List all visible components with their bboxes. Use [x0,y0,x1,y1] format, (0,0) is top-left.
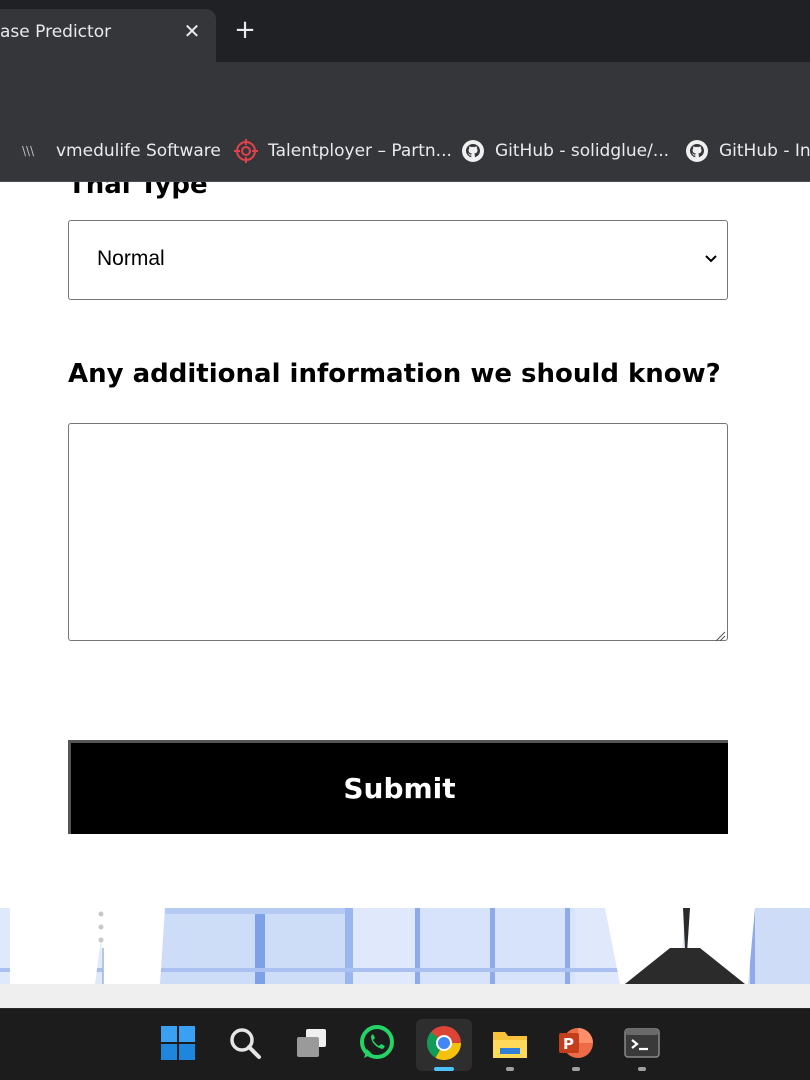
thal-type-value: Normal [97,247,165,270]
tab-title: ase Predictor [0,22,112,42]
bookmark-github-inn[interactable]: GitHub - Inn [685,138,810,164]
chevron-down-icon [703,251,719,267]
github-icon [461,139,485,163]
svg-text:P: P [563,1035,574,1053]
svg-text:\\\: \\\ [22,144,35,158]
bookmarks-bar: \\\ vmedulife Software Talentployer – Pa… [0,120,810,182]
bookmark-vmedulife[interactable]: \\\ vmedulife Software [22,138,221,164]
thal-type-label: Thal Type [68,182,208,200]
bookmark-label: Talentployer – Partn... [268,141,452,161]
terminal-icon [623,1024,661,1066]
taskbar-chrome-button[interactable] [416,1019,472,1071]
taskbar-file-explorer-button[interactable] [482,1019,538,1071]
taskbar-task-view-button[interactable] [284,1019,340,1071]
target-icon [234,139,258,163]
vmedulife-icon: \\\ [22,139,46,163]
new-tab-icon[interactable]: + [230,16,260,46]
running-app-indicator [572,1067,580,1071]
bookmark-talentployer[interactable]: Talentployer – Partn... [234,138,452,164]
search-icon [227,1025,263,1065]
taskbar-start-button[interactable] [150,1019,206,1071]
close-tab-icon[interactable]: ✕ [181,17,203,45]
taskbar-powerpoint-button[interactable]: P [548,1019,604,1071]
thal-type-select[interactable]: Normal [68,220,728,300]
active-tab[interactable]: ase Predictor ✕ [0,9,216,62]
active-app-indicator [434,1067,454,1071]
page-content: Thal Type Normal Any additional informat… [0,182,810,1008]
bookmark-label: GitHub - Inn [719,141,810,161]
hero-illustration [0,908,810,984]
page-bottom-strip [0,984,810,1008]
taskbar-search-button[interactable] [217,1019,273,1071]
running-app-indicator [506,1067,514,1071]
whatsapp-icon [358,1024,396,1066]
browser-toolbar [0,62,810,120]
bookmark-label: GitHub - solidglue/... [495,141,670,161]
resize-grip-icon[interactable] [714,627,726,642]
additional-info-label: Any additional information we should kno… [68,359,721,389]
chrome-icon [425,1024,463,1066]
browser-tab-strip: ase Predictor ✕ + [0,0,810,62]
windows-start-icon [160,1025,196,1065]
file-explorer-icon [491,1024,529,1066]
submit-label: Submit [343,772,456,805]
powerpoint-icon: P [557,1024,595,1066]
taskbar: P [0,1008,810,1080]
taskbar-terminal-button[interactable] [614,1019,670,1071]
taskbar-whatsapp-button[interactable] [349,1019,405,1071]
github-icon [685,139,709,163]
running-app-indicator [638,1067,646,1071]
submit-button[interactable]: Submit [68,740,728,834]
task-view-icon [294,1025,330,1065]
bookmark-github-solidglue[interactable]: GitHub - solidglue/... [461,138,669,164]
additional-info-textarea[interactable] [68,423,728,642]
bookmark-label: vmedulife Software [56,141,221,161]
